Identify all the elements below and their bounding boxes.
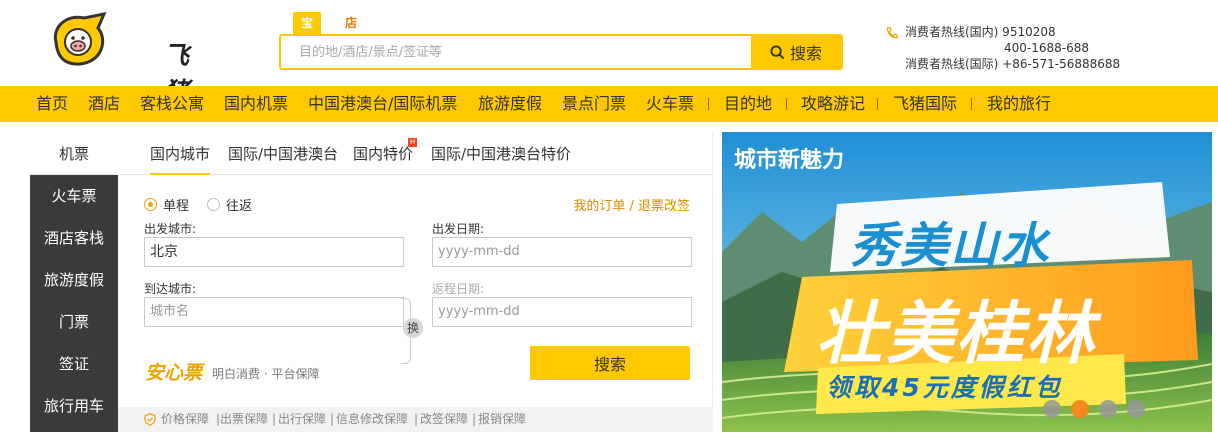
nav-item-domestic-flights[interactable]: 国内机票 <box>224 86 288 122</box>
search-icon <box>770 44 785 59</box>
flight-search-button[interactable]: 搜索 <box>530 346 690 380</box>
depart-date-input[interactable]: yyyy-mm-dd <box>432 237 692 267</box>
promo-banner[interactable]: 城市新魅力 秀美山水 壮美桂林 领取45元度假红包 <box>722 132 1212 432</box>
tab-flights[interactable]: 机票 <box>30 132 118 175</box>
search-input[interactable] <box>281 36 751 68</box>
radio-dot-selected <box>144 198 157 211</box>
sidebar-item-vacation[interactable]: 旅游度假 <box>30 259 118 301</box>
search-tab-items[interactable]: 宝贝 <box>293 12 322 52</box>
tab-domestic-deals[interactable]: 国内特价 <box>353 132 413 175</box>
flight-booking-panel: 机票 国内城市 国际/中国港澳台 国内特价 H 国际/中国港澳台特价 火车票 酒… <box>30 132 713 432</box>
radio-one-way-label: 单程 <box>163 199 190 214</box>
guarantee-ticketing[interactable]: 出票保障 <box>220 407 268 432</box>
nav-item-home[interactable]: 首页 <box>36 86 68 122</box>
guarantee-bar: 价格保障 | 出票保障 | 出行保障 | 信息修改保障 | 改签保障 | 报销保… <box>118 407 713 432</box>
nav-item-guides[interactable]: 攻略游记 <box>801 86 865 122</box>
banner-offer: 领取45元度假红包 <box>826 373 1063 402</box>
carousel-dot-2-active[interactable] <box>1071 400 1089 418</box>
depart-city-label: 出发城市: <box>144 222 197 236</box>
search-box: 搜索 <box>279 34 843 70</box>
hotline-international: 消费者热线(国际) +86-571-56888688 <box>905 57 1121 71</box>
carousel-dot-3[interactable] <box>1099 400 1117 418</box>
swap-cities-button[interactable]: 换 <box>403 318 423 338</box>
tab-domestic-cities[interactable]: 国内城市 <box>150 132 211 175</box>
banner-headline-1: 秀美山水 <box>850 218 1051 274</box>
return-date-input[interactable]: yyyy-mm-dd <box>432 297 692 327</box>
carousel-dot-4[interactable] <box>1127 400 1145 418</box>
nav-item-inn[interactable]: 客栈公寓 <box>140 86 204 122</box>
nav-separator <box>971 98 972 110</box>
sidebar-item-tickets[interactable]: 门票 <box>30 301 118 343</box>
pig-logo-icon <box>53 11 107 66</box>
nav-item-hotel[interactable]: 酒店 <box>88 86 120 122</box>
nav-item-tickets[interactable]: 景点门票 <box>562 86 626 122</box>
main-nav: 首页 酒店 客栈公寓 国内机票 中国港澳台/国际机票 旅游度假 景点门票 火车票… <box>0 86 1218 122</box>
fliggy-logo[interactable]: 飞猪 <box>48 11 189 106</box>
nav-separator <box>786 98 787 110</box>
anxin-ticket-tagline: 明白消费 · 平台保障 <box>212 367 320 381</box>
tab-international[interactable]: 国际/中国港澳台 <box>228 132 338 175</box>
flight-search-form: 单程 往返 我的订单 / 退票改签 出发城市: 北京 到达城市: 城市名 换 出… <box>118 175 713 432</box>
search-button-label: 搜索 <box>789 44 822 63</box>
depart-date-label: 出发日期: <box>432 222 485 236</box>
radio-round-trip[interactable]: 往返 <box>207 195 252 214</box>
sidebar-item-car-rental[interactable]: 旅行用车 <box>30 385 118 427</box>
guarantee-rebook[interactable]: 改签保障 <box>420 407 468 432</box>
guarantee-price[interactable]: 价格保障 <box>161 407 209 432</box>
banner-title: 城市新魅力 <box>734 148 845 173</box>
guarantee-separator: | <box>330 412 335 426</box>
tab-international-deals[interactable]: 国际/中国港澳台特价 <box>431 132 571 175</box>
nav-item-vacation[interactable]: 旅游度假 <box>478 86 542 122</box>
guarantee-separator: | <box>414 412 419 426</box>
guarantee-separator: | <box>272 412 277 426</box>
anxin-ticket-brand: 安心票 <box>145 362 203 384</box>
shield-icon <box>144 413 156 426</box>
nav-separator <box>708 98 709 110</box>
hotline-domestic: 消费者热线(国内) 9510208 <box>905 25 1056 39</box>
return-date-label: 返程日期: <box>432 282 485 296</box>
depart-city-input[interactable]: 北京 <box>144 237 404 267</box>
booking-tabbar: 机票 国内城市 国际/中国港澳台 国内特价 H 国际/中国港澳台特价 <box>30 132 713 175</box>
radio-round-trip-label: 往返 <box>226 199 253 214</box>
radio-one-way[interactable]: 单程 <box>144 195 189 214</box>
sidebar-item-hotel[interactable]: 酒店客栈 <box>30 217 118 259</box>
booking-sidebar: 火车票 酒店客栈 旅游度假 门票 签证 旅行用车 <box>30 175 118 432</box>
nav-item-train[interactable]: 火车票 <box>646 86 694 122</box>
guarantee-travel[interactable]: 出行保障 <box>278 407 326 432</box>
banner-headline-2: 壮美桂林 <box>816 295 1097 374</box>
sidebar-item-train[interactable]: 火车票 <box>30 175 118 217</box>
carousel-dot-1[interactable] <box>1043 400 1061 418</box>
nav-item-fliggy-intl[interactable]: 飞猪国际 <box>893 86 957 122</box>
guarantee-info-change[interactable]: 信息修改保障 <box>336 407 408 432</box>
search-button[interactable]: 搜索 <box>751 36 841 68</box>
radio-dot <box>207 198 220 211</box>
arrive-city-label: 到达城市: <box>144 282 197 296</box>
nav-item-destination[interactable]: 目的地 <box>724 86 772 122</box>
phone-icon <box>887 27 898 39</box>
guarantee-reimburse[interactable]: 报销保障 <box>478 407 526 432</box>
hotline-domestic-alt: 400-1688-688 <box>1004 41 1090 55</box>
my-orders-link[interactable]: 我的订单 / 退票改签 <box>573 195 690 214</box>
sidebar-item-visa[interactable]: 签证 <box>30 343 118 385</box>
hot-badge: H <box>408 138 417 147</box>
nav-item-intl-flights[interactable]: 中国港澳台/国际机票 <box>308 86 457 122</box>
nav-separator <box>877 98 878 110</box>
guarantee-separator: | <box>472 412 477 426</box>
nav-item-my-trips[interactable]: 我的旅行 <box>987 86 1051 122</box>
site-header: 飞猪 宝贝 店铺 搜索 消费者热线(国内) 9510208 400-1688-6… <box>0 0 1218 106</box>
search-tab-shops[interactable]: 店铺 <box>337 12 365 52</box>
arrive-city-input[interactable]: 城市名 <box>144 297 404 327</box>
